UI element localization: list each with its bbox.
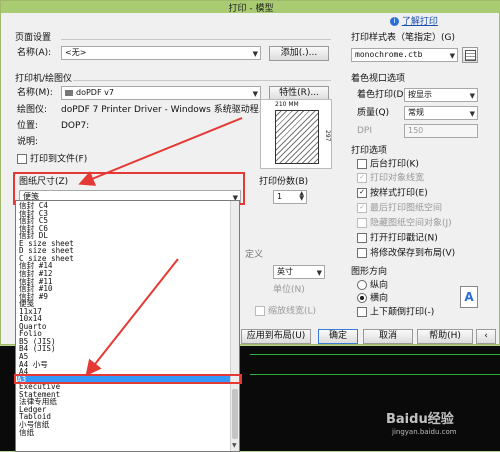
annotation-arrow	[78, 117, 243, 186]
watermark-url: jingyan.baidu.com	[392, 428, 457, 436]
watermark-logo: Baidu经验	[386, 412, 454, 427]
annotation-arrows	[78, 117, 243, 377]
annotation-arrow	[85, 258, 179, 377]
